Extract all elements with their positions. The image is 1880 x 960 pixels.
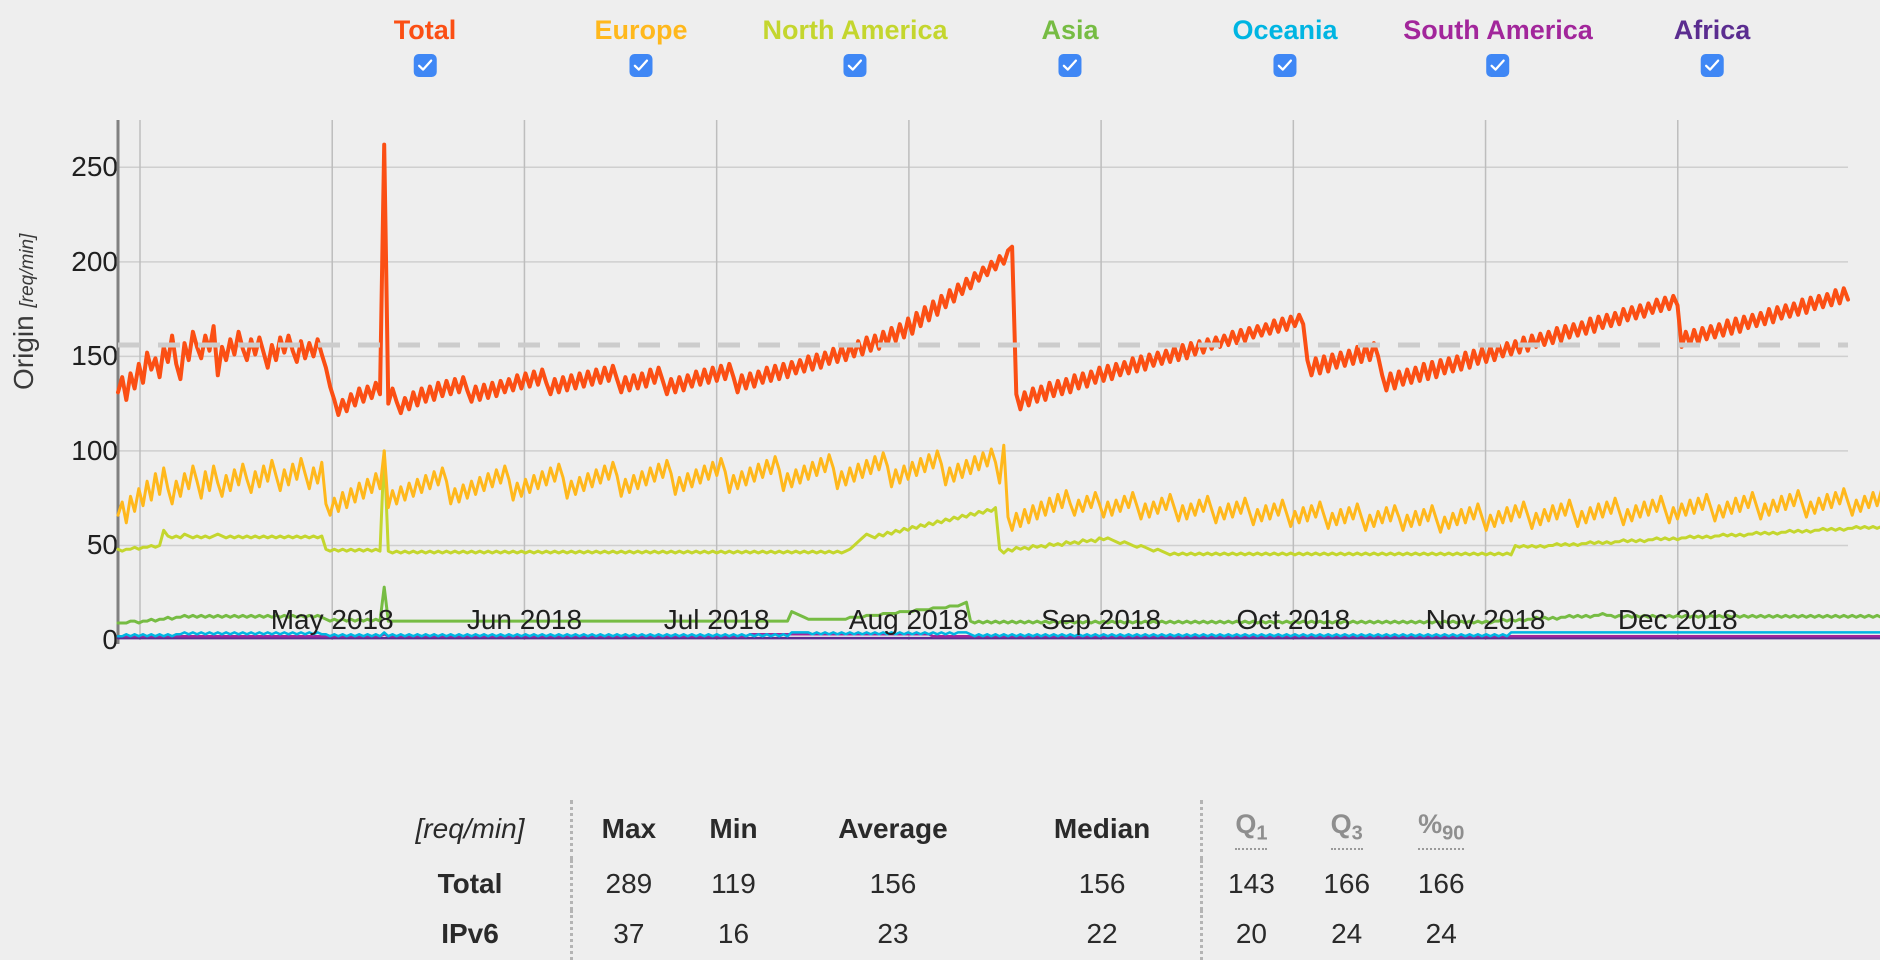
x-tick-label: Oct 2018	[1236, 604, 1351, 635]
stats-cell-muted: 166	[1323, 867, 1371, 899]
legend-checkbox-europe[interactable]	[629, 54, 653, 77]
legend-item-north-america[interactable]: North America	[762, 14, 948, 77]
legend-label: Asia	[1041, 15, 1099, 45]
check-icon	[1490, 59, 1506, 71]
legend-checkbox-south-america[interactable]	[1486, 54, 1510, 77]
stats-column-header-min: Min	[709, 812, 758, 844]
legend-checkbox-oceania[interactable]	[1273, 54, 1297, 77]
plot-area: Origin [req/min] 0 50 100 150 200 250 May 201…	[0, 100, 1880, 760]
legend-checkbox-africa[interactable]	[1700, 54, 1724, 77]
legend-item-oceania[interactable]: Oceania	[1232, 14, 1338, 77]
x-tick-label: Jul 2018	[663, 604, 770, 635]
x-tick-label: Aug 2018	[848, 604, 969, 635]
stats-cell-muted: 143	[1200, 859, 1300, 910]
stats-row-label: IPv6	[441, 917, 499, 949]
check-icon	[1277, 59, 1293, 71]
stats-header-row: [req/min] Max Min Average Median Q1 Q3 %90	[370, 800, 1489, 860]
stats-column-header-max: Max	[569, 800, 685, 860]
check-icon	[847, 59, 863, 71]
chart-page: Total Europe North America Asia Oceania South…	[0, 0, 1880, 960]
legend-label: North America	[762, 15, 948, 45]
stats-column-header-average: Average	[838, 812, 948, 844]
stats-cell-muted: 24	[1331, 917, 1363, 949]
legend-item-asia[interactable]: Asia	[1041, 14, 1099, 77]
stats-row-label: Total	[437, 867, 503, 899]
stats-column-header-percentile-1: Q3	[1299, 800, 1394, 860]
x-tick-label: Nov 2018	[1425, 604, 1546, 635]
check-icon	[417, 59, 433, 71]
x-tick-label: Sep 2018	[1041, 604, 1162, 635]
stats-table-element: [req/min] Max Min Average Median Q1 Q3 %90 Total…	[370, 800, 1490, 960]
x-axis-ticks: May 2018 Jun 2018 Jul 2018 Aug 2018 Sep 2018…	[0, 100, 1880, 760]
legend-checkbox-asia[interactable]	[1058, 54, 1082, 77]
stats-cell: 37	[569, 909, 685, 960]
stats-cell: 156	[869, 867, 917, 899]
stats-column-header-percentile-2: %90	[1394, 800, 1489, 860]
stats-cell: 156	[1078, 867, 1126, 899]
stats-cell-muted: 24	[1425, 917, 1457, 949]
legend-item-europe[interactable]: Europe	[594, 14, 688, 77]
legend-item-africa[interactable]: Africa	[1673, 14, 1751, 77]
legend-checkbox-north-america[interactable]	[843, 54, 867, 77]
stats-cell: 289	[569, 859, 685, 910]
legend-label: Europe	[594, 15, 688, 45]
legend-label: South America	[1403, 15, 1593, 45]
check-icon	[633, 59, 649, 71]
legend-item-total[interactable]: Total	[393, 14, 457, 77]
legend-label: Oceania	[1232, 15, 1338, 45]
x-tick-label: Jun 2018	[466, 604, 583, 635]
legend-checkbox-total[interactable]	[413, 54, 437, 77]
stats-cell: 119	[711, 867, 756, 899]
statistics-table: [req/min] Max Min Average Median Q1 Q3 %90 Total…	[370, 800, 1490, 960]
stats-cell-muted: 20	[1200, 909, 1300, 960]
legend-item-south-america[interactable]: South America	[1403, 14, 1593, 77]
x-tick-label: Dec 2018	[1617, 604, 1738, 635]
stats-column-header-median: Median	[1053, 812, 1151, 844]
check-icon	[1062, 59, 1078, 71]
stats-cell: 22	[1086, 917, 1118, 949]
check-icon	[1704, 59, 1720, 71]
legend-label: Total	[393, 15, 457, 45]
stats-cell: 23	[877, 917, 909, 949]
stats-row: IPv6 37 16 23 22 20 24 24	[370, 909, 1489, 960]
series-legend: Total Europe North America Asia Oceania South…	[0, 0, 1880, 100]
x-tick-label: May 2018	[270, 604, 394, 635]
stats-cell: 16	[717, 917, 750, 949]
stats-cell-muted: 166	[1417, 867, 1465, 899]
stats-column-header-percentile-0: Q1	[1200, 800, 1300, 860]
legend-label: Africa	[1673, 15, 1751, 45]
stats-unit-label: [req/min]	[415, 812, 525, 844]
stats-row: Total 289 119 156 156 143 166 166	[370, 859, 1489, 910]
